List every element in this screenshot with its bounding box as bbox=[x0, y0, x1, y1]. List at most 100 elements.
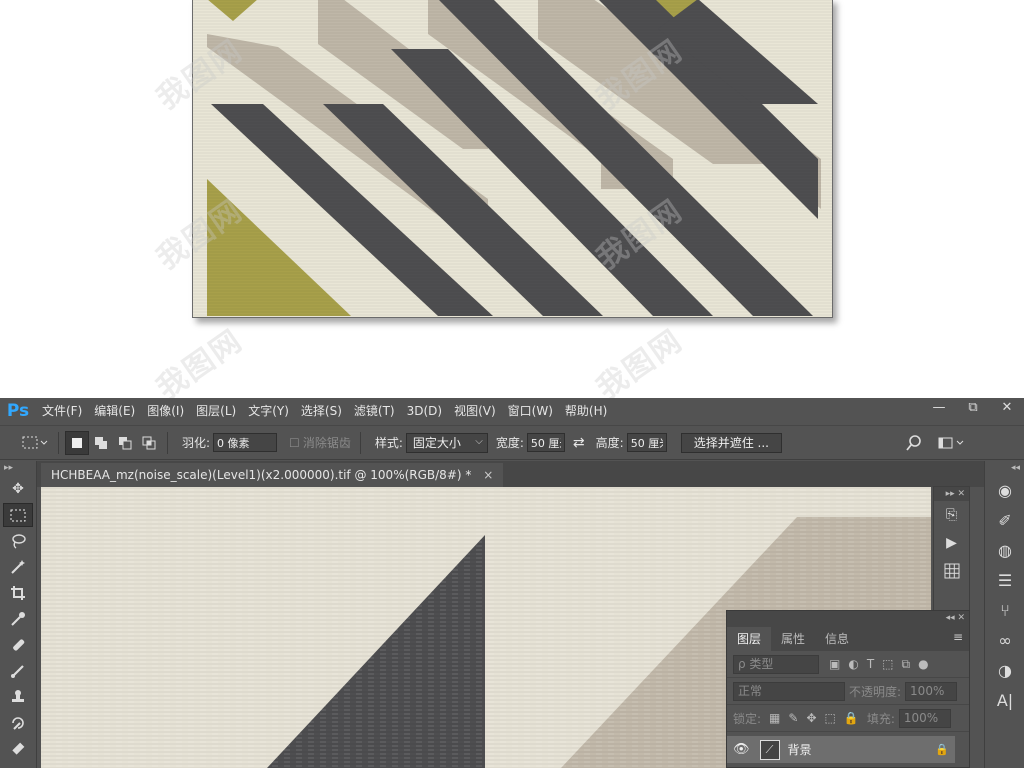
menu-filter[interactable]: 滤镜(T) bbox=[348, 398, 401, 425]
actions-play-icon[interactable]: ▶ bbox=[934, 529, 969, 557]
tab-properties[interactable]: 属性 bbox=[771, 627, 815, 651]
options-bar: 羽化: ☐ 消除锯齿 样式: 固定大小 宽度: ⇄ 高度: 选择并遮住 ... bbox=[0, 425, 1024, 460]
lock-all-icon[interactable]: 🔒 bbox=[844, 711, 859, 725]
layer-row-background[interactable]: 👁 ⟋ 背景 🔒 bbox=[727, 736, 955, 763]
style-select[interactable]: 固定大小 bbox=[405, 432, 488, 453]
layers-panel-header: ◂◂ ✕ bbox=[727, 611, 969, 625]
style-label: 样式: bbox=[374, 436, 403, 450]
visibility-eye-icon[interactable]: 👁 bbox=[733, 742, 750, 757]
separator bbox=[359, 431, 361, 454]
styles-icon[interactable]: ◑ bbox=[985, 655, 1024, 685]
new-selection-icon[interactable] bbox=[65, 430, 89, 455]
channels-icon[interactable]: ⑂ bbox=[985, 595, 1024, 625]
menu-file[interactable]: 文件(F) bbox=[36, 398, 88, 425]
menu-layer[interactable]: 图层(L) bbox=[190, 398, 242, 425]
layer-kind-filter[interactable]: ρ 类型 bbox=[733, 654, 819, 674]
layer-filter-row: ρ 类型 ▣ ◐ T ⬚ ⧉ ● bbox=[727, 651, 969, 678]
subtract-selection-icon[interactable] bbox=[113, 431, 137, 455]
menu-type[interactable]: 文字(Y) bbox=[242, 398, 295, 425]
artwork-frame bbox=[192, 0, 833, 318]
close-document-icon[interactable]: × bbox=[483, 468, 493, 482]
tab-info[interactable]: 信息 bbox=[815, 627, 859, 651]
filter-pixel-icon[interactable]: ▣ bbox=[829, 657, 840, 671]
magic-wand-icon[interactable] bbox=[3, 555, 33, 579]
watermark-text: 我图网 bbox=[590, 323, 690, 407]
menu-select[interactable]: 选择(S) bbox=[295, 398, 348, 425]
geometric-artwork bbox=[193, 0, 832, 317]
cc-libraries-icon[interactable]: ∞ bbox=[985, 625, 1024, 655]
fill-label: 填充: bbox=[866, 711, 895, 726]
collapse-arrows-icon[interactable]: ◂◂ bbox=[985, 461, 1024, 475]
menu-3d[interactable]: 3D(D) bbox=[401, 398, 448, 425]
filter-type-icon[interactable]: T bbox=[867, 657, 874, 671]
filter-shape-icon[interactable]: ⬚ bbox=[882, 657, 893, 671]
marquee-tool-icon[interactable] bbox=[3, 503, 33, 527]
filter-adjustment-icon[interactable]: ◐ bbox=[848, 657, 858, 671]
opacity-input[interactable]: 100% bbox=[905, 681, 958, 701]
filter-toggle-icon[interactable]: ● bbox=[918, 657, 928, 671]
feather-input[interactable] bbox=[213, 433, 278, 452]
separator bbox=[58, 431, 59, 454]
lock-row: 锁定: ▦ ✎ ✥ ⬚ 🔒 填充: 100% bbox=[727, 705, 969, 732]
menu-bar: Ps 文件(F) 编辑(E) 图像(I) 图层(L) 文字(Y) 选择(S) 滤… bbox=[0, 398, 1024, 425]
tab-layers[interactable]: 图层 bbox=[727, 627, 772, 651]
minimize-button[interactable]: — bbox=[922, 398, 956, 418]
learn-icon[interactable]: ◉ bbox=[985, 475, 1024, 505]
width-input[interactable] bbox=[526, 433, 565, 452]
workspace-icon[interactable] bbox=[934, 431, 968, 455]
select-and-mask-button[interactable]: 选择并遮住 ... bbox=[680, 432, 782, 453]
add-to-selection-icon[interactable] bbox=[89, 431, 113, 455]
history-brush-icon[interactable] bbox=[3, 711, 33, 735]
mini-panel-dock: ▸▸ ✕ ⎘ ▶ bbox=[933, 486, 970, 611]
color-palette-icon[interactable]: ◍ bbox=[985, 535, 1024, 565]
lock-position-icon[interactable]: ✥ bbox=[806, 711, 816, 725]
mini-panel-header: ▸▸ ✕ bbox=[934, 487, 969, 501]
collapse-arrows-icon[interactable]: ▸▸ bbox=[0, 461, 36, 475]
height-input[interactable] bbox=[626, 433, 667, 452]
feather-label: 羽化: bbox=[182, 436, 211, 450]
marquee-preset-icon[interactable] bbox=[18, 431, 52, 455]
menu-image[interactable]: 图像(I) bbox=[141, 398, 190, 425]
layers-panel-tabs: 图层 属性 信息 ≡ bbox=[727, 625, 969, 651]
antialias-checkbox-box[interactable]: ☐ bbox=[289, 436, 300, 450]
grain-overlay bbox=[193, 0, 832, 317]
lock-artboard-icon[interactable]: ⬚ bbox=[825, 711, 836, 725]
eyedropper-icon[interactable] bbox=[3, 607, 33, 631]
move-tool-icon[interactable]: ✥ bbox=[3, 477, 33, 501]
right-panel-strip: ◂◂ ◉ ✐ ◍ ☰ ⑂ ∞ ◑ A| bbox=[984, 461, 1024, 768]
opacity-label: 不透明度: bbox=[849, 684, 902, 699]
close-window-button[interactable]: ✕ bbox=[990, 398, 1024, 418]
blend-mode-select[interactable]: 正常 bbox=[733, 681, 845, 701]
photoshop-window: Ps 文件(F) 编辑(E) 图像(I) 图层(L) 文字(Y) 选择(S) 滤… bbox=[0, 398, 1024, 768]
menu-edit[interactable]: 编辑(E) bbox=[88, 398, 141, 425]
layer-lock-icon: 🔒 bbox=[935, 743, 949, 756]
grid-panel-icon[interactable] bbox=[934, 557, 969, 585]
blend-row: 正常 不透明度: 100% bbox=[727, 678, 969, 705]
menu-view[interactable]: 视图(V) bbox=[448, 398, 502, 425]
tools-panel: ▸▸ ✥ bbox=[0, 461, 37, 768]
lock-transparency-icon[interactable]: ▦ bbox=[769, 711, 780, 725]
crop-tool-icon[interactable] bbox=[3, 581, 33, 605]
healing-brush-icon[interactable] bbox=[3, 633, 33, 657]
document-tab[interactable]: HCHBEAA_mz(noise_scale)(Level1)(x2.00000… bbox=[41, 463, 504, 487]
intersect-selection-icon[interactable] bbox=[137, 431, 161, 455]
menu-window[interactable]: 窗口(W) bbox=[502, 398, 559, 425]
brush-tool-icon[interactable] bbox=[3, 659, 33, 683]
adjustments-icon[interactable]: ☰ bbox=[985, 565, 1024, 595]
separator bbox=[167, 431, 168, 454]
lasso-tool-icon[interactable] bbox=[3, 529, 33, 553]
restore-button[interactable]: ⧉ bbox=[956, 398, 990, 418]
window-controls: — ⧉ ✕ bbox=[922, 398, 1024, 420]
stamp-tool-icon[interactable] bbox=[3, 685, 33, 709]
lock-pixels-icon[interactable]: ✎ bbox=[788, 711, 798, 725]
fill-input[interactable]: 100% bbox=[898, 708, 951, 728]
search-icon[interactable] bbox=[902, 431, 926, 455]
swap-dimensions-icon[interactable]: ⇄ bbox=[573, 435, 585, 451]
brush-preset-icon[interactable]: ✐ bbox=[985, 505, 1024, 535]
history-panel-icon[interactable]: ⎘ bbox=[934, 501, 969, 529]
menu-help[interactable]: 帮助(H) bbox=[559, 398, 613, 425]
filter-smartobject-icon[interactable]: ⧉ bbox=[902, 657, 911, 672]
character-icon[interactable]: A| bbox=[985, 685, 1024, 715]
panel-menu-icon[interactable]: ≡ bbox=[953, 630, 963, 644]
eraser-tool-icon[interactable] bbox=[3, 737, 33, 761]
